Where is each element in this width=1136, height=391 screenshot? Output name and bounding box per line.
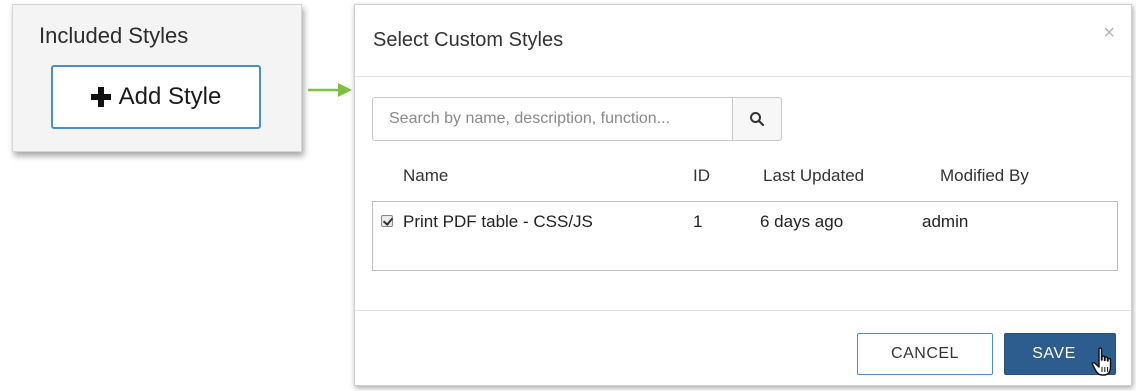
row-name: Print PDF table - CSS/JS	[403, 212, 593, 231]
search-input[interactable]	[372, 97, 732, 141]
close-icon[interactable]: ×	[1103, 23, 1115, 43]
row-modified-by: admin	[922, 212, 969, 231]
dialog-footer: CANCEL SAVE	[355, 310, 1131, 387]
column-header-name: Name	[403, 166, 449, 185]
search-icon	[750, 112, 765, 127]
included-styles-title: Included Styles	[39, 23, 189, 48]
search-group	[372, 97, 782, 141]
hand-pointer-icon	[1091, 347, 1112, 376]
included-styles-panel: Included Styles Add Style	[12, 4, 302, 152]
cancel-button[interactable]: CANCEL	[857, 333, 993, 375]
add-style-label: Add Style	[118, 83, 222, 110]
add-style-button[interactable]: Add Style	[51, 65, 261, 129]
row-checkbox[interactable]	[381, 215, 393, 227]
search-button[interactable]	[732, 97, 782, 141]
save-label: SAVE	[1032, 345, 1076, 362]
row-last-updated: 6 days ago	[760, 212, 844, 231]
dialog-header: Select Custom Styles ×	[355, 5, 1131, 77]
styles-table: Print PDF table - CSS/JS 1 6 days ago ad…	[372, 201, 1118, 271]
dialog-title: Select Custom Styles	[373, 29, 564, 51]
plus-icon	[90, 87, 111, 107]
arrow-right-icon	[308, 83, 352, 97]
select-custom-styles-dialog: Select Custom Styles × Name ID Last Upda…	[354, 4, 1132, 386]
column-header-modified-by: Modified By	[940, 166, 1029, 185]
row-id: 1	[693, 212, 703, 231]
column-header-last-updated: Last Updated	[763, 166, 865, 185]
column-header-id: ID	[693, 166, 710, 185]
